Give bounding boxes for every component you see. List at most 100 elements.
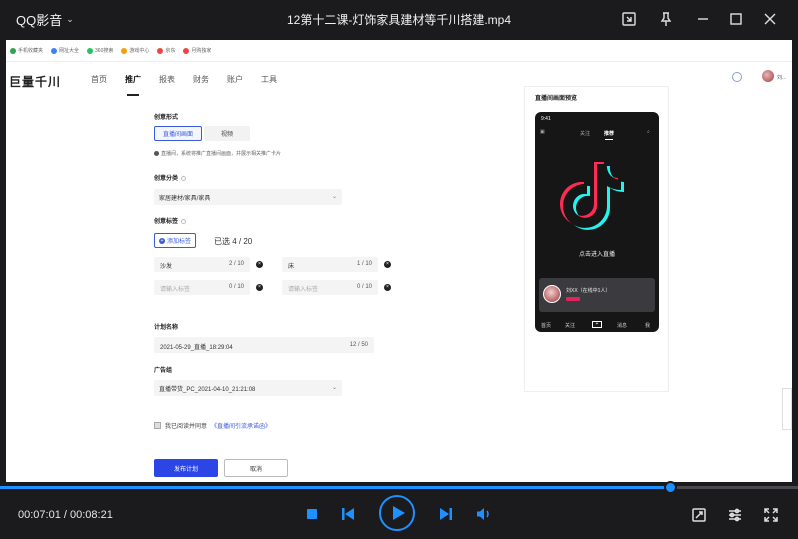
enter-live-text: 点击进入直播	[578, 252, 615, 258]
bookmark-item: 游戏中心	[121, 47, 149, 54]
question-icon	[181, 175, 187, 181]
screenshot-button[interactable]	[689, 505, 709, 525]
creative-form-option: 直播间画面	[154, 126, 202, 141]
mini-mode-button[interactable]	[619, 9, 639, 29]
settings-button[interactable]	[725, 505, 745, 525]
ad-group-select: 直播带货_PC_2021-04-10_21:21:08 ⌄	[154, 380, 342, 396]
phone-tab-active: 推荐	[604, 131, 615, 140]
nav-item: 工具	[261, 75, 277, 84]
agree-text: 我已阅读并同意	[165, 424, 208, 430]
plan-name-label: 计划名称	[154, 325, 179, 331]
pin-button[interactable]	[656, 9, 676, 29]
mini-mode-icon	[622, 12, 636, 26]
nav-item: 报表	[159, 75, 175, 84]
fullscreen-button[interactable]	[761, 505, 781, 525]
site-nav: 巨量千川 首页 推广 报表 财务 账户 工具 刘...	[6, 66, 792, 96]
douyin-logo-icon	[560, 162, 624, 230]
remove-tag-icon: ×	[256, 261, 263, 268]
creative-category-select: 家居建材/家具/家具 ⌄	[154, 189, 342, 205]
phone-tab: 关注	[580, 131, 591, 137]
tag-count: 0 / 10	[356, 284, 372, 290]
nav-item: 账户	[227, 75, 243, 84]
previous-icon	[342, 508, 354, 520]
remove-tag-icon: ×	[384, 284, 391, 291]
live-card-name: 刘XX（在线中1人）	[566, 288, 611, 294]
creative-tag-label: 创意标签	[154, 216, 187, 225]
remove-tag-icon: ×	[256, 284, 263, 291]
phone-bottom-tab: +	[592, 321, 602, 328]
live-icon: ▣	[540, 129, 545, 135]
next-icon	[440, 508, 452, 520]
video-frame[interactable]: 手机收藏夹 网址大全 360搜索 游戏中心 京东 月购独家 巨量千川 首页 推广…	[6, 40, 792, 482]
previous-button[interactable]	[339, 505, 357, 523]
tag-count: 0 / 10	[228, 284, 244, 290]
tag-input: 请输入标签 0 / 10	[154, 280, 250, 295]
tag-input: 床 1 / 10	[282, 257, 378, 272]
nav-item: 财务	[193, 75, 209, 84]
volume-icon	[477, 508, 489, 520]
time-display: 00:07:01 / 00:08:21	[18, 509, 113, 521]
creative-category-value: 家居建材/家具/家具	[159, 195, 211, 202]
screenshot-icon	[692, 508, 706, 522]
time-separator: /	[60, 509, 70, 521]
pin-icon	[660, 12, 672, 26]
bookmark-item: 京东	[157, 47, 175, 54]
tags-selected-count: 已选 4 / 20	[214, 237, 253, 246]
phone-preview: 9:41 关注 推荐 ▣ ⌕ 点击进入直播 刘XX（在线中1人） 首页 关注 +…	[535, 112, 659, 332]
site-logo: 巨量千川	[9, 75, 62, 89]
phone-bottom-tab: 首页	[541, 323, 552, 329]
app-brand-label: QQ影音	[16, 13, 63, 28]
tag-placeholder: 请输入标签	[288, 287, 319, 293]
plan-name-count: 12 / 50	[349, 342, 368, 348]
app-menu-button[interactable]: QQ影音 ⌄	[16, 10, 74, 29]
fullscreen-icon	[764, 508, 778, 522]
minimize-button[interactable]	[693, 9, 713, 29]
phone-bottom-tab: 消息	[617, 323, 628, 329]
next-button[interactable]	[437, 505, 455, 523]
phone-status-time: 9:41	[541, 116, 551, 122]
avatar	[762, 70, 774, 82]
ad-group-label: 广告组	[154, 368, 173, 374]
side-float-tab	[782, 388, 792, 430]
cancel-button: 取消	[224, 459, 288, 477]
title-bar: QQ影音 ⌄ 12第十二课-灯饰家具建材等千川搭建.mp4	[0, 0, 798, 38]
question-icon	[181, 218, 187, 224]
tag-text: 床	[288, 264, 295, 270]
live-badge	[566, 297, 580, 301]
live-card: 刘XX（在线中1人）	[539, 278, 655, 312]
creative-form-option: 视频	[204, 126, 250, 141]
bookmark-item: 手机收藏夹	[10, 47, 43, 54]
seek-bar[interactable]	[0, 481, 798, 494]
close-button[interactable]	[760, 9, 780, 29]
plus-icon: +	[159, 237, 165, 244]
play-button[interactable]	[379, 495, 415, 531]
publish-plan-button: 发布计划	[154, 459, 218, 477]
stop-button[interactable]	[303, 505, 321, 523]
phone-bottom-tab: 我	[645, 323, 651, 329]
tag-count: 1 / 10	[356, 261, 372, 267]
agreement-row: 我已阅读并同意 《直播间引流承诺函》	[154, 421, 271, 430]
qq-player-window: QQ影音 ⌄ 12第十二课-灯饰家具建材等千川搭建.mp4 手机收藏夹 网址大全…	[0, 0, 798, 539]
plan-name-input: 2021-05-29_直播_18:29:04 12 / 50	[154, 337, 374, 353]
site-nav-items: 首页 推广 报表 财务 账户 工具	[82, 74, 286, 96]
agree-checkbox	[154, 422, 161, 429]
maximize-button[interactable]	[726, 9, 746, 29]
play-icon	[392, 506, 405, 520]
chevron-down-icon: ⌄	[331, 385, 337, 391]
user-name: 刘...	[777, 75, 787, 81]
phone-bottom-tab: 关注	[565, 323, 576, 329]
browser-bookmarks-bar: 手机收藏夹 网址大全 360搜索 游戏中心 京东 月购独家	[6, 40, 792, 62]
volume-button[interactable]	[474, 505, 494, 523]
creative-category-label: 创意分类	[154, 173, 187, 182]
phone-bottom-bar: 首页 关注 + 消息 我	[535, 319, 659, 332]
time-current: 00:07:01	[18, 509, 61, 521]
agree-link: 《直播间引流承诺函》	[211, 424, 272, 430]
bookmark-item: 月购独家	[183, 47, 211, 54]
bookmark-item: 网址大全	[51, 47, 79, 54]
seek-bar-fill	[0, 486, 671, 489]
time-total: 00:08:21	[70, 509, 113, 521]
stop-icon	[307, 509, 317, 519]
tag-input: 沙发 2 / 10	[154, 257, 250, 272]
seek-handle[interactable]	[664, 481, 678, 494]
file-title: 12第十二课-灯饰家具建材等千川搭建.mp4	[286, 13, 512, 27]
